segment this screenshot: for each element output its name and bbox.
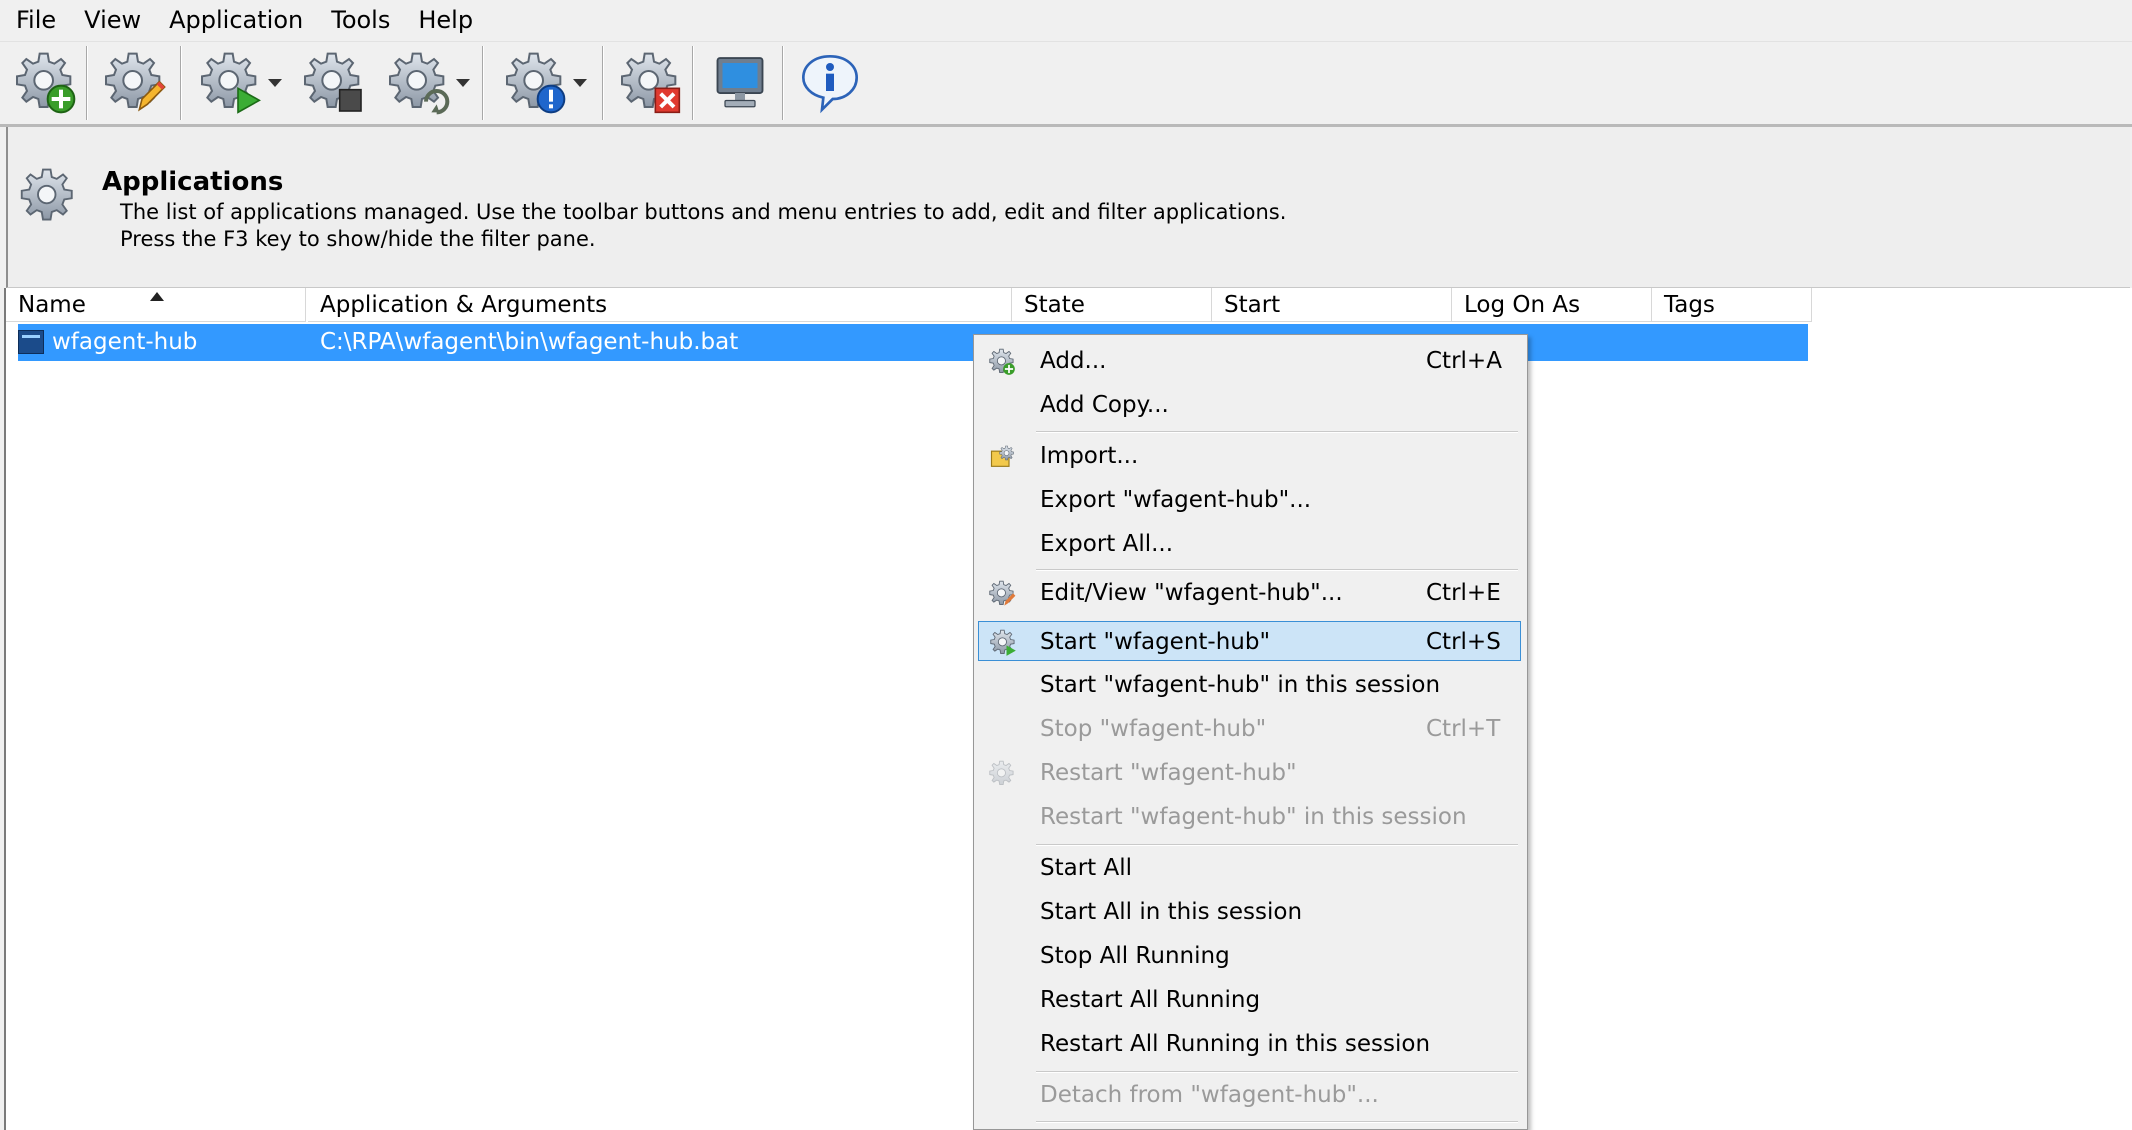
- column-header-log-on-as[interactable]: Log On As: [1452, 288, 1652, 322]
- menu-item-restart-all-running[interactable]: Restart All Running: [978, 980, 1521, 1020]
- gear-info-icon: [506, 52, 566, 114]
- menu-application[interactable]: Application: [155, 0, 317, 41]
- menu-item-start-all[interactable]: Start All: [978, 848, 1521, 888]
- info-icon: [801, 54, 859, 114]
- menu-help[interactable]: Help: [404, 0, 487, 41]
- menu-item-restart-in-session[interactable]: Restart "wfagent-hub" in this session: [978, 797, 1521, 837]
- start-application-button[interactable]: [190, 48, 290, 118]
- column-header-start[interactable]: Start: [1212, 288, 1452, 322]
- menu-file[interactable]: File: [0, 0, 70, 41]
- application-info-button[interactable]: [494, 48, 596, 118]
- dropdown-arrow-icon[interactable]: [573, 79, 587, 87]
- row-name: wfagent-hub: [52, 329, 198, 355]
- menu-separator: [1036, 569, 1518, 571]
- menu-item-shortcut: Ctrl+A: [1426, 348, 1502, 374]
- restart-application-button[interactable]: [378, 48, 478, 118]
- delete-application-button[interactable]: [612, 48, 688, 118]
- column-header-state[interactable]: State: [1012, 288, 1212, 322]
- menu-item-stop-all-running[interactable]: Stop All Running: [978, 936, 1521, 976]
- add-application-button[interactable]: [10, 48, 80, 118]
- description-line-1: The list of applications managed. Use th…: [120, 200, 1287, 224]
- menu-item-stop[interactable]: Stop "wfagent-hub" Ctrl+T: [978, 709, 1521, 749]
- description-line-2: Press the F3 key to show/hide the filter…: [120, 227, 596, 251]
- menu-item-label: Export All...: [1040, 531, 1174, 557]
- menu-item-label: Start "wfagent-hub": [1040, 629, 1271, 655]
- menu-item-start[interactable]: Start "wfagent-hub" Ctrl+S: [978, 621, 1521, 661]
- menu-item-export-all[interactable]: Export All...: [978, 524, 1521, 564]
- page-title: Applications: [102, 167, 284, 197]
- row-application: C:\RPA\wfagent\bin\wfagent-hub.bat: [320, 329, 739, 355]
- console-app-icon: [18, 330, 44, 354]
- dropdown-arrow-icon[interactable]: [268, 79, 282, 87]
- gear-start-icon: [201, 52, 261, 114]
- page-description: The list of applications managed. Use th…: [120, 199, 1286, 253]
- column-header-tags[interactable]: Tags: [1652, 288, 1812, 322]
- menu-bar: File View Application Tools Help: [0, 0, 2132, 42]
- menu-item-label: Stop All Running: [1040, 943, 1230, 969]
- menu-item-restart[interactable]: Restart "wfagent-hub": [978, 753, 1521, 793]
- gear-add-icon: [989, 348, 1015, 375]
- menu-item-start-all-in-session[interactable]: Start All in this session: [978, 892, 1521, 932]
- context-menu: Add... Ctrl+A Add Copy... Import... Expo…: [973, 334, 1528, 1130]
- menu-item-label: Start All: [1040, 855, 1133, 881]
- monitor-icon: [716, 57, 764, 108]
- column-header-name[interactable]: Name: [6, 288, 306, 322]
- gear-start-icon: [990, 629, 1016, 656]
- edit-application-button[interactable]: [96, 48, 172, 118]
- gear-stop-icon: [304, 52, 362, 112]
- menu-item-label: Stop "wfagent-hub": [1040, 716, 1267, 742]
- info-pane: Applications The list of applications ma…: [6, 127, 2130, 288]
- menu-item-shortcut: Ctrl+E: [1426, 580, 1501, 606]
- gear-edit-icon: [105, 52, 166, 112]
- column-header-application[interactable]: Application & Arguments: [308, 288, 1012, 322]
- about-button[interactable]: [792, 48, 868, 118]
- gear-restart-icon: [389, 52, 450, 115]
- gear-restart-icon: [989, 760, 1014, 785]
- menu-tools[interactable]: Tools: [317, 0, 404, 41]
- menu-item-label: Add...: [1040, 348, 1107, 374]
- menu-item-label: Restart All Running in this session: [1040, 1031, 1431, 1057]
- table-row[interactable]: wfagent-hub C:\RPA\wfagent\bin\wfagent-h…: [18, 324, 1808, 361]
- menu-item-restart-all-running-in-session[interactable]: Restart All Running in this session: [978, 1024, 1521, 1064]
- menu-item-add[interactable]: Add... Ctrl+A: [978, 341, 1521, 381]
- menu-item-label: Export "wfagent-hub"...: [1040, 487, 1312, 513]
- menu-separator: [1036, 844, 1518, 846]
- menu-view[interactable]: View: [70, 0, 155, 41]
- gear-delete-icon: [621, 52, 681, 114]
- menu-separator: [1036, 1121, 1518, 1123]
- menu-item-start-in-session[interactable]: Start "wfagent-hub" in this session: [978, 665, 1521, 705]
- menu-item-label: Restart All Running: [1040, 987, 1261, 1013]
- gear-icon: [20, 168, 73, 221]
- menu-item-shortcut: Ctrl+T: [1426, 716, 1501, 742]
- gear-add-icon: [16, 52, 76, 114]
- toolbar: [0, 42, 2132, 127]
- stop-application-button[interactable]: [298, 48, 368, 118]
- menu-item-label: Restart "wfagent-hub" in this session: [1040, 804, 1467, 830]
- menu-item-import[interactable]: Import...: [978, 436, 1521, 476]
- menu-item-label: Add Copy...: [1040, 392, 1169, 418]
- menu-item-add-copy[interactable]: Add Copy...: [978, 385, 1521, 425]
- menu-item-label: Start All in this session: [1040, 899, 1303, 925]
- dropdown-arrow-icon[interactable]: [456, 79, 470, 87]
- gear-edit-icon: [989, 580, 1016, 606]
- menu-item-label: Detach from "wfagent-hub"...: [1040, 1082, 1379, 1108]
- import-icon: [990, 445, 1014, 467]
- menu-item-label: Edit/View "wfagent-hub"...: [1040, 580, 1343, 606]
- menu-item-shortcut: Ctrl+S: [1426, 629, 1501, 655]
- menu-separator: [1036, 431, 1518, 433]
- menu-item-export[interactable]: Export "wfagent-hub"...: [978, 480, 1521, 520]
- menu-item-detach[interactable]: Detach from "wfagent-hub"...: [978, 1075, 1521, 1115]
- sort-ascending-icon: [150, 292, 164, 301]
- menu-item-edit-view[interactable]: Edit/View "wfagent-hub"... Ctrl+E: [978, 573, 1521, 613]
- column-header-label: Name: [18, 292, 86, 318]
- menu-item-label: Restart "wfagent-hub": [1040, 760, 1297, 786]
- menu-item-label: Import...: [1040, 443, 1139, 469]
- monitor-button[interactable]: [702, 48, 778, 118]
- menu-item-label: Start "wfagent-hub" in this session: [1040, 672, 1441, 698]
- menu-separator: [1036, 1071, 1518, 1073]
